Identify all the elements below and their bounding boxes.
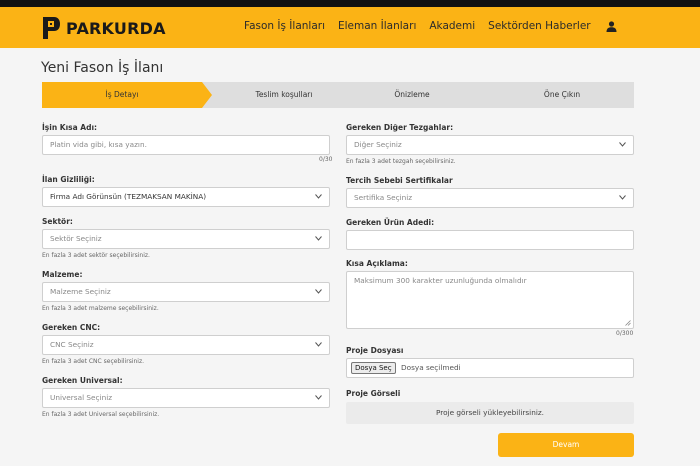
visibility-value: Firma Adı Görünsün (TEZMAKSAN MAKİNA) bbox=[50, 192, 207, 201]
universal-label: Gereken Universal: bbox=[42, 376, 123, 385]
nav-sektorden-haberler[interactable]: Sektörden Haberler bbox=[488, 20, 590, 32]
description-label: Kısa Açıklama: bbox=[346, 259, 408, 268]
other-benches-placeholder: Diğer Seçiniz bbox=[354, 140, 402, 149]
certificates-placeholder: Sertifika Seçiniz bbox=[354, 193, 413, 202]
cnc-placeholder: CNC Seçiniz bbox=[50, 340, 94, 349]
other-benches-help: En fazla 3 adet tezgah seçebilirsiniz. bbox=[346, 158, 456, 165]
description-textarea[interactable]: Maksimum 300 karakter uzunluğunda olmalı… bbox=[346, 271, 634, 329]
certificates-label: Tercih Sebebi Sertifikalar bbox=[346, 176, 453, 185]
project-file-label: Proje Dosyası bbox=[346, 346, 404, 355]
main-nav: Fason İş İlanları Eleman İlanları Akadem… bbox=[244, 20, 617, 32]
job-title-counter: 0/30 bbox=[319, 156, 333, 163]
quantity-label: Gereken Ürün Adedi: bbox=[346, 218, 435, 227]
job-title-label: İşin Kısa Adı: bbox=[42, 123, 98, 132]
material-label: Malzeme: bbox=[42, 270, 83, 279]
job-title-placeholder: Platin vida gibi, kısa yazın. bbox=[50, 140, 147, 149]
step-is-detayi: İş Detayı bbox=[105, 90, 139, 99]
sector-label: Sektör: bbox=[42, 217, 73, 226]
chevron-down-icon bbox=[315, 236, 322, 241]
chevron-down-icon bbox=[315, 342, 322, 347]
chevron-down-icon bbox=[619, 195, 626, 200]
step-arrow bbox=[202, 82, 212, 108]
chevron-down-icon bbox=[315, 289, 322, 294]
material-placeholder: Malzeme Seçiniz bbox=[50, 287, 111, 296]
other-benches-label: Gereken Diğer Tezgahlar: bbox=[346, 123, 454, 132]
universal-placeholder: Universal Seçiniz bbox=[50, 393, 113, 402]
step-progress: İş Detayı Teslim koşulları Önizleme Öne … bbox=[42, 82, 634, 108]
visibility-select[interactable]: Firma Adı Görünsün (TEZMAKSAN MAKİNA) bbox=[42, 187, 330, 207]
continue-button[interactable]: Devam bbox=[498, 433, 634, 457]
description-counter: 0/300 bbox=[616, 330, 634, 337]
resize-handle-icon[interactable] bbox=[625, 320, 631, 326]
quantity-input[interactable] bbox=[346, 230, 634, 250]
file-status: Dosya seçilmedi bbox=[401, 363, 461, 372]
chevron-down-icon bbox=[315, 395, 322, 400]
step-one-cikin: Öne Çıkın bbox=[543, 90, 581, 99]
cnc-help: En fazla 3 adet CNC seçebilirsiniz. bbox=[42, 358, 145, 365]
cnc-label: Gereken CNC: bbox=[42, 323, 101, 332]
page-title: Yeni Fason İş İlanı bbox=[41, 60, 164, 76]
cnc-select[interactable]: CNC Seçiniz bbox=[42, 335, 330, 355]
project-image-label: Proje Görseli bbox=[346, 389, 401, 398]
universal-select[interactable]: Universal Seçiniz bbox=[42, 388, 330, 408]
chevron-down-icon bbox=[315, 194, 322, 199]
step-onizleme: Önizleme bbox=[394, 90, 430, 99]
material-help: En fazla 3 adet malzeme seçebilirsiniz. bbox=[42, 305, 159, 312]
job-title-input[interactable]: Platin vida gibi, kısa yazın. bbox=[42, 135, 330, 155]
nav-fason-ilanlari[interactable]: Fason İş İlanları bbox=[244, 20, 325, 32]
visibility-label: İlan Gizliliği: bbox=[42, 175, 95, 184]
logo[interactable]: PARKURDA bbox=[41, 16, 166, 40]
chevron-down-icon bbox=[619, 142, 626, 147]
project-image-hint: Proje görseli yükleyebilirsiniz. bbox=[435, 408, 544, 417]
sector-placeholder: Sektör Seçiniz bbox=[50, 234, 102, 243]
sector-select[interactable]: Sektör Seçiniz bbox=[42, 229, 330, 249]
user-icon[interactable] bbox=[606, 20, 617, 32]
choose-file-button[interactable]: Dosya Seç bbox=[351, 362, 396, 374]
top-strip bbox=[0, 0, 700, 7]
project-file-input[interactable]: Dosya Seç Dosya seçilmedi bbox=[346, 358, 634, 378]
sector-help: En fazla 3 adet sektör seçebilirsiniz. bbox=[42, 252, 150, 259]
brand-name: PARKURDA bbox=[66, 18, 166, 38]
header: PARKURDA Fason İş İlanları Eleman İlanla… bbox=[0, 7, 700, 48]
certificates-select[interactable]: Sertifika Seçiniz bbox=[346, 188, 634, 208]
nav-akademi[interactable]: Akademi bbox=[429, 20, 475, 32]
universal-help: En fazla 3 adet Universal seçebilirsiniz… bbox=[42, 411, 160, 418]
other-benches-select[interactable]: Diğer Seçiniz bbox=[346, 135, 634, 155]
nav-eleman-ilanlari[interactable]: Eleman İlanları bbox=[338, 20, 416, 32]
project-image-dropzone[interactable]: Proje görseli yükleyebilirsiniz. bbox=[346, 402, 634, 424]
logo-mark-icon bbox=[43, 17, 60, 39]
description-placeholder: Maksimum 300 karakter uzunluğunda olmalı… bbox=[354, 276, 527, 285]
step-teslim-kosullari: Teslim koşulları bbox=[255, 90, 313, 99]
material-select[interactable]: Malzeme Seçiniz bbox=[42, 282, 330, 302]
